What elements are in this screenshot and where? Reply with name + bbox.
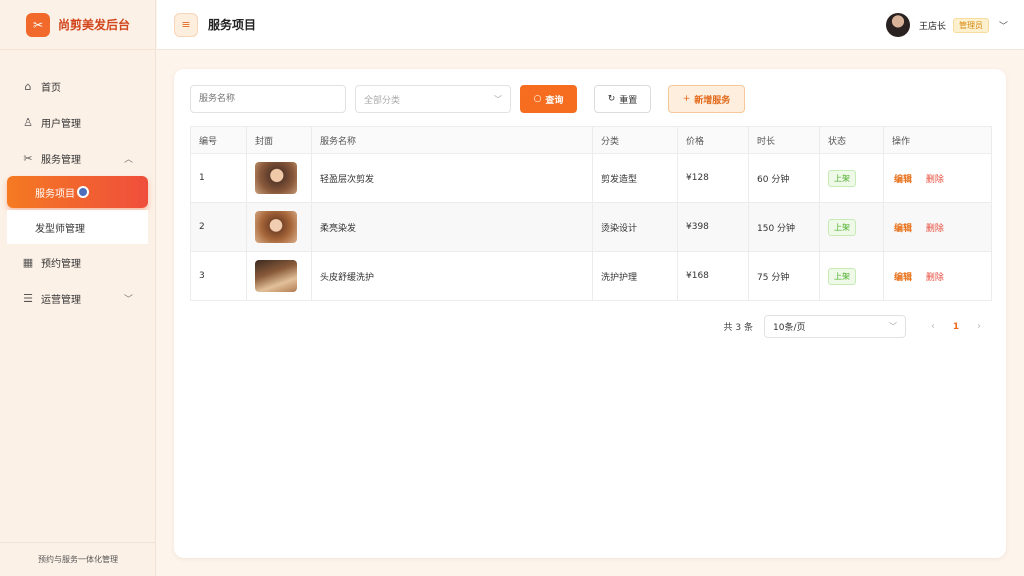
sidebar-item-users[interactable]: ♙ 用户管理 — [0, 104, 155, 140]
user-name: 王店长 — [918, 21, 946, 32]
cell-id: 1 — [190, 153, 247, 203]
cell-name: 轻盈层次剪发 — [311, 153, 593, 203]
column-header: 价格 — [677, 126, 749, 154]
service-table: 编号 封面 服务名称 分类 价格 时长 状态 操作 1 轻盈层次剪发 剪发造型 … — [190, 126, 992, 301]
cell-duration: 150 分钟 — [748, 202, 820, 252]
page-title: 服务项目 — [208, 18, 257, 32]
cover-image — [255, 211, 297, 243]
chevron-up-icon: ︿ — [123, 154, 133, 165]
page-size-select[interactable]: 10条/页 ﹀ — [764, 315, 906, 338]
category-select-value: 全部分类 — [364, 95, 401, 106]
table-header-row: 编号 封面 服务名称 分类 价格 时长 状态 操作 — [190, 126, 992, 154]
brand[interactable]: ✂ 尚剪美发后台 — [0, 0, 155, 50]
delete-link[interactable]: 删除 — [926, 175, 944, 185]
status-badge: 上架 — [828, 267, 856, 285]
reset-button[interactable]: ↻ 重置 — [594, 85, 651, 113]
user-icon: ♙ — [23, 115, 33, 129]
sidebar-item-label: 服务管理 — [41, 154, 81, 166]
column-header: 分类 — [592, 126, 678, 154]
pagination-total: 共 3 条 — [723, 323, 753, 333]
sliders-icon: ☰ — [23, 291, 33, 305]
chevron-down-icon: ﹀ — [889, 322, 897, 331]
chevron-down-icon: ﹀ — [123, 294, 133, 305]
cover-image — [255, 162, 297, 194]
query-button[interactable]: ○ 查询 — [520, 85, 577, 113]
prev-page-button[interactable]: ‹ — [922, 321, 944, 332]
search-icon: ○ — [533, 94, 542, 104]
status-badge: 上架 — [828, 218, 856, 236]
cell-category: 洗护护理 — [592, 251, 678, 301]
delete-link[interactable]: 删除 — [926, 224, 944, 234]
cover-image — [255, 260, 297, 292]
top-header: ≡ 服务项目 王店长 管理员 ﹀ — [157, 0, 1024, 50]
cursor-icon — [77, 186, 89, 198]
scissors-icon: ✂ — [23, 151, 33, 165]
edit-link[interactable]: 编辑 — [894, 224, 912, 234]
sidebar-footer: 预约与服务一体化管理 — [0, 542, 156, 576]
filter-toolbar: 全部分类 ﹀ ○ 查询 ↻ 重置 + 新增服务 — [190, 85, 745, 113]
delete-link[interactable]: 删除 — [926, 273, 944, 283]
sidebar-item-label: 首页 — [41, 82, 61, 94]
cell-price: ¥398 — [677, 202, 749, 252]
sidebar: ✂ 尚剪美发后台 ⌂ 首页 ♙ 用户管理 ✂ 服务管理 ︿ 服务项目 发型师管理… — [0, 0, 156, 576]
sidebar-subitem-label: 发型师管理 — [35, 223, 85, 235]
sidebar-item-services[interactable]: ✂ 服务管理 ︿ — [0, 140, 155, 176]
query-button-label: 查询 — [545, 95, 564, 106]
menu-toggle-button[interactable]: ≡ — [174, 12, 198, 37]
add-service-button[interactable]: + 新增服务 — [668, 85, 745, 113]
reset-button-label: 重置 — [619, 95, 638, 106]
column-header: 编号 — [190, 126, 247, 154]
column-header: 封面 — [246, 126, 312, 154]
chevron-down-icon[interactable]: ﹀ — [999, 19, 1008, 32]
service-name-input[interactable] — [190, 85, 346, 113]
cell-id: 3 — [190, 251, 247, 301]
cell-category: 剪发造型 — [592, 153, 678, 203]
sidebar-item-label: 运营管理 — [41, 294, 81, 306]
cell-name: 头皮舒缓洗护 — [311, 251, 593, 301]
column-header: 操作 — [883, 126, 992, 154]
sidebar-subitem-label: 服务项目 — [35, 188, 75, 200]
cell-id: 2 — [190, 202, 247, 252]
cell-price: ¥168 — [677, 251, 749, 301]
add-service-button-label: 新增服务 — [694, 95, 731, 106]
brand-name: 尚剪美发后台 — [58, 18, 131, 32]
plus-icon: + — [682, 94, 691, 104]
role-badge: 管理员 — [952, 17, 989, 33]
pagination: 共 3 条 10条/页 ﹀ ‹ 1 › — [724, 315, 990, 338]
sidebar-item-label: 用户管理 — [41, 118, 81, 130]
page-size-value: 10条/页 — [773, 323, 806, 333]
column-header: 服务名称 — [311, 126, 593, 154]
calendar-icon: ▦ — [22, 255, 34, 269]
table-row: 1 轻盈层次剪发 剪发造型 ¥128 60 分钟 上架 编辑 删除 — [190, 153, 992, 203]
table-row: 2 柔亮染发 烫染设计 ¥398 150 分钟 上架 编辑 删除 — [190, 202, 992, 252]
column-header: 状态 — [819, 126, 884, 154]
home-icon: ⌂ — [24, 79, 32, 93]
cell-category: 烫染设计 — [592, 202, 678, 252]
sidebar-item-label: 预约管理 — [41, 258, 81, 270]
sidebar-subitem-service-items[interactable]: 服务项目 — [7, 176, 148, 208]
cell-name: 柔亮染发 — [311, 202, 593, 252]
refresh-icon: ↻ — [607, 94, 616, 104]
column-header: 时长 — [748, 126, 820, 154]
table-row: 3 头皮舒缓洗护 洗护护理 ¥168 75 分钟 上架 编辑 删除 — [190, 251, 992, 301]
service-list-card: 全部分类 ﹀ ○ 查询 ↻ 重置 + 新增服务 编号 封面 服务名称 分类 价格 — [174, 69, 1006, 558]
edit-link[interactable]: 编辑 — [894, 175, 912, 185]
sidebar-item-operations[interactable]: ☰ 运营管理 ﹀ — [0, 280, 155, 316]
avatar[interactable] — [885, 13, 910, 37]
cell-duration: 60 分钟 — [748, 153, 820, 203]
cell-price: ¥128 — [677, 153, 749, 203]
page-number-current[interactable]: 1 — [944, 322, 968, 332]
user-menu[interactable]: 王店长 管理员 ﹀ — [885, 13, 1008, 37]
sidebar-item-bookings[interactable]: ▦ 预约管理 — [0, 244, 155, 280]
category-select[interactable]: 全部分类 ﹀ — [355, 85, 511, 113]
scissors-icon: ✂ — [26, 12, 50, 37]
sidebar-menu: ⌂ 首页 ♙ 用户管理 ✂ 服务管理 ︿ 服务项目 发型师管理 ▦ 预约管理 ☰… — [0, 50, 155, 316]
next-page-button[interactable]: › — [968, 321, 990, 332]
chevron-down-icon: ﹀ — [494, 94, 502, 104]
edit-link[interactable]: 编辑 — [894, 273, 912, 283]
sidebar-item-home[interactable]: ⌂ 首页 — [0, 68, 155, 104]
sidebar-subitem-stylists[interactable]: 发型师管理 — [7, 210, 148, 244]
cell-duration: 75 分钟 — [748, 251, 820, 301]
status-badge: 上架 — [828, 169, 856, 187]
